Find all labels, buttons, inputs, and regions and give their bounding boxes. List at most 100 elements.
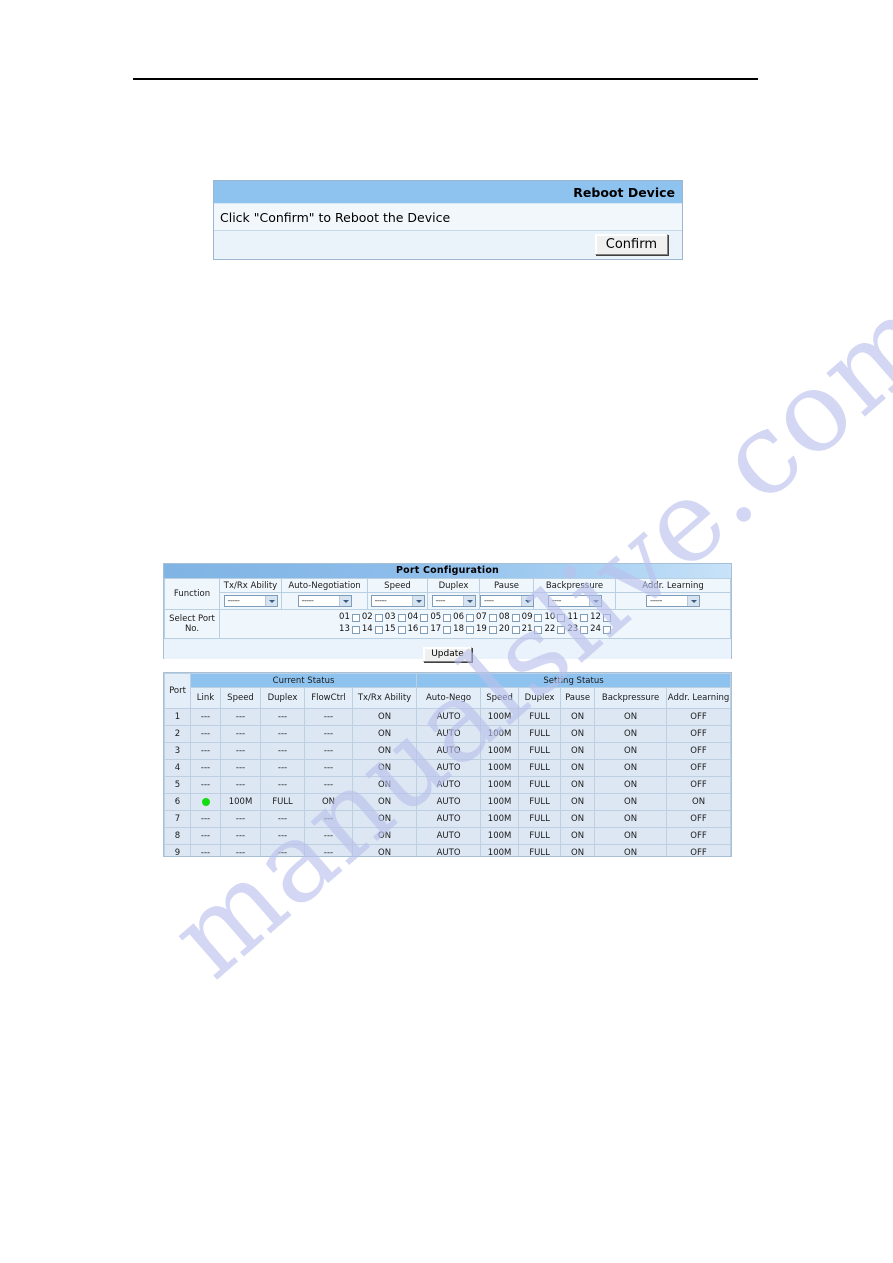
port-checkbox-24[interactable] bbox=[602, 625, 611, 634]
reboot-panel-title: Reboot Device bbox=[214, 181, 682, 204]
port-checkbox-11[interactable] bbox=[580, 613, 589, 622]
reboot-instruction-text: Click "Confirm" to Reboot the Device bbox=[214, 204, 682, 231]
status-header-current-speed: Speed bbox=[220, 687, 261, 709]
port-number-label: 05 bbox=[430, 612, 442, 622]
cell-current-speed: --- bbox=[220, 844, 261, 856]
port-checkbox-12[interactable] bbox=[602, 613, 611, 622]
port-number-label: 19 bbox=[476, 624, 487, 634]
column-header-duplex: Duplex bbox=[427, 578, 480, 593]
cell-flowctrl: --- bbox=[304, 725, 353, 743]
cell-auto-nego: AUTO bbox=[416, 793, 482, 811]
cell-backpressure: ON bbox=[594, 776, 668, 794]
port-checkbox-16[interactable] bbox=[420, 625, 429, 634]
port-checkbox-13[interactable] bbox=[351, 625, 360, 634]
port-checkbox-item: 10 bbox=[544, 612, 566, 624]
select-speed[interactable]: ----- bbox=[370, 595, 425, 607]
port-checkbox-09[interactable] bbox=[534, 613, 543, 622]
port-checkbox-06[interactable] bbox=[466, 613, 474, 622]
select-auto-negotiation-value: ----- bbox=[301, 596, 314, 605]
table-row: 3 --- --- --- --- ON AUTO 100M FULL ON ON OFF bbox=[164, 742, 731, 760]
port-checkbox-17[interactable] bbox=[443, 625, 452, 634]
port-checkbox-04[interactable] bbox=[420, 613, 429, 622]
cell-current-duplex: FULL bbox=[260, 793, 305, 811]
update-bar: Update bbox=[164, 639, 731, 662]
confirm-button[interactable]: Confirm bbox=[594, 234, 668, 255]
cell-port-number: 1 bbox=[164, 708, 191, 726]
table-row: 1 --- --- --- --- ON AUTO 100M FULL ON ON OFF bbox=[164, 708, 731, 726]
cell-addr-learning: OFF bbox=[666, 759, 731, 777]
cell-addr-learning: OFF bbox=[666, 810, 731, 828]
select-addr-learning[interactable]: ----- bbox=[646, 595, 700, 607]
cell-txrx-ability: ON bbox=[351, 776, 418, 794]
port-checkbox-05[interactable] bbox=[443, 613, 452, 622]
select-pause[interactable]: ---- bbox=[480, 595, 534, 607]
port-number-label: 22 bbox=[544, 624, 556, 634]
cell-setting-speed: 100M bbox=[480, 742, 520, 760]
port-checkbox-item: 02 bbox=[362, 612, 383, 624]
cell-link: --- bbox=[190, 844, 221, 856]
cell-backpressure: ON bbox=[594, 793, 668, 811]
port-number-label: 01 bbox=[339, 612, 350, 622]
select-backpressure[interactable]: ---- bbox=[547, 595, 602, 607]
port-checkbox-18[interactable] bbox=[466, 625, 474, 634]
port-checkbox-15[interactable] bbox=[397, 625, 406, 634]
port-checkbox-14[interactable] bbox=[374, 625, 383, 634]
cell-current-duplex: --- bbox=[260, 827, 305, 845]
table-row: 6 100M FULL ON ON AUTO 100M FULL ON ON ON bbox=[164, 793, 731, 811]
cell-addr-learning: OFF bbox=[666, 708, 731, 726]
status-header-txrx-ability: Tx/Rx Ability bbox=[351, 687, 418, 709]
cell-setting-duplex: FULL bbox=[518, 725, 562, 743]
status-header-setting-speed: Speed bbox=[480, 687, 520, 709]
cell-current-speed: --- bbox=[220, 810, 261, 828]
port-number-label: 10 bbox=[544, 612, 556, 622]
select-port-row: Select Port No. 01 02 03 04 05 06 07 08 09 10 11 12… bbox=[164, 609, 731, 639]
select-auto-negotiation[interactable]: ----- bbox=[297, 595, 352, 607]
cell-link: --- bbox=[190, 708, 221, 726]
cell-current-speed: --- bbox=[220, 708, 261, 726]
port-number-label: 23 bbox=[567, 624, 579, 634]
port-checkbox-23[interactable] bbox=[580, 625, 589, 634]
table-row: 2 --- --- --- --- ON AUTO 100M FULL ON ON OFF bbox=[164, 725, 731, 743]
select-duplex[interactable]: ---- bbox=[431, 595, 476, 607]
column-header-txrx-ability: Tx/Rx Ability bbox=[219, 578, 282, 593]
port-checkbox-item: 04 bbox=[408, 612, 429, 624]
port-number-label: 04 bbox=[407, 612, 419, 622]
port-checkbox-21[interactable] bbox=[534, 625, 543, 634]
cell-addr-learning: ON bbox=[666, 793, 731, 811]
cell-port-number: 2 bbox=[164, 725, 191, 743]
cell-setting-speed: 100M bbox=[480, 810, 520, 828]
port-checkbox-01[interactable] bbox=[351, 613, 360, 622]
port-checkbox-02[interactable] bbox=[374, 613, 383, 622]
port-number-label: 16 bbox=[407, 624, 419, 634]
port-status-panel: Port Current Status Setting Status Link … bbox=[163, 672, 732, 857]
cell-setting-duplex: FULL bbox=[518, 708, 562, 726]
cell-backpressure: ON bbox=[594, 708, 668, 726]
cell-auto-nego: AUTO bbox=[416, 810, 482, 828]
port-checkbox-item: 21 bbox=[522, 624, 543, 636]
cell-port-number: 3 bbox=[164, 742, 191, 760]
port-checkbox-19[interactable] bbox=[488, 625, 497, 634]
port-number-label: 08 bbox=[498, 612, 510, 622]
select-pause-value: ---- bbox=[484, 596, 494, 605]
cell-setting-speed: 100M bbox=[480, 844, 520, 856]
cell-current-speed: 100M bbox=[220, 793, 261, 811]
update-button[interactable]: Update bbox=[423, 647, 472, 662]
cell-addr-learning: OFF bbox=[666, 742, 731, 760]
port-checkbox-03[interactable] bbox=[397, 613, 406, 622]
cell-setting-speed: 100M bbox=[480, 759, 520, 777]
table-row: 7 --- --- --- --- ON AUTO 100M FULL ON ON OFF bbox=[164, 810, 731, 828]
port-checkbox-07[interactable] bbox=[488, 613, 497, 622]
cell-port-number: 5 bbox=[164, 776, 191, 794]
port-checkbox-10[interactable] bbox=[557, 613, 566, 622]
select-tx-rx-ability[interactable]: ----- bbox=[223, 595, 278, 607]
cell-backpressure: ON bbox=[594, 759, 668, 777]
cell-select-txrx-ability: ----- bbox=[219, 592, 282, 610]
cell-txrx-ability: ON bbox=[351, 759, 418, 777]
cell-current-duplex: --- bbox=[260, 810, 305, 828]
port-checkbox-20[interactable] bbox=[511, 625, 520, 634]
cell-txrx-ability: ON bbox=[351, 810, 418, 828]
port-checkbox-22[interactable] bbox=[557, 625, 566, 634]
port-checkbox-08[interactable] bbox=[511, 613, 520, 622]
status-header-backpressure: Backpressure bbox=[594, 687, 668, 709]
table-row: 8 --- --- --- --- ON AUTO 100M FULL ON ON OFF bbox=[164, 827, 731, 845]
